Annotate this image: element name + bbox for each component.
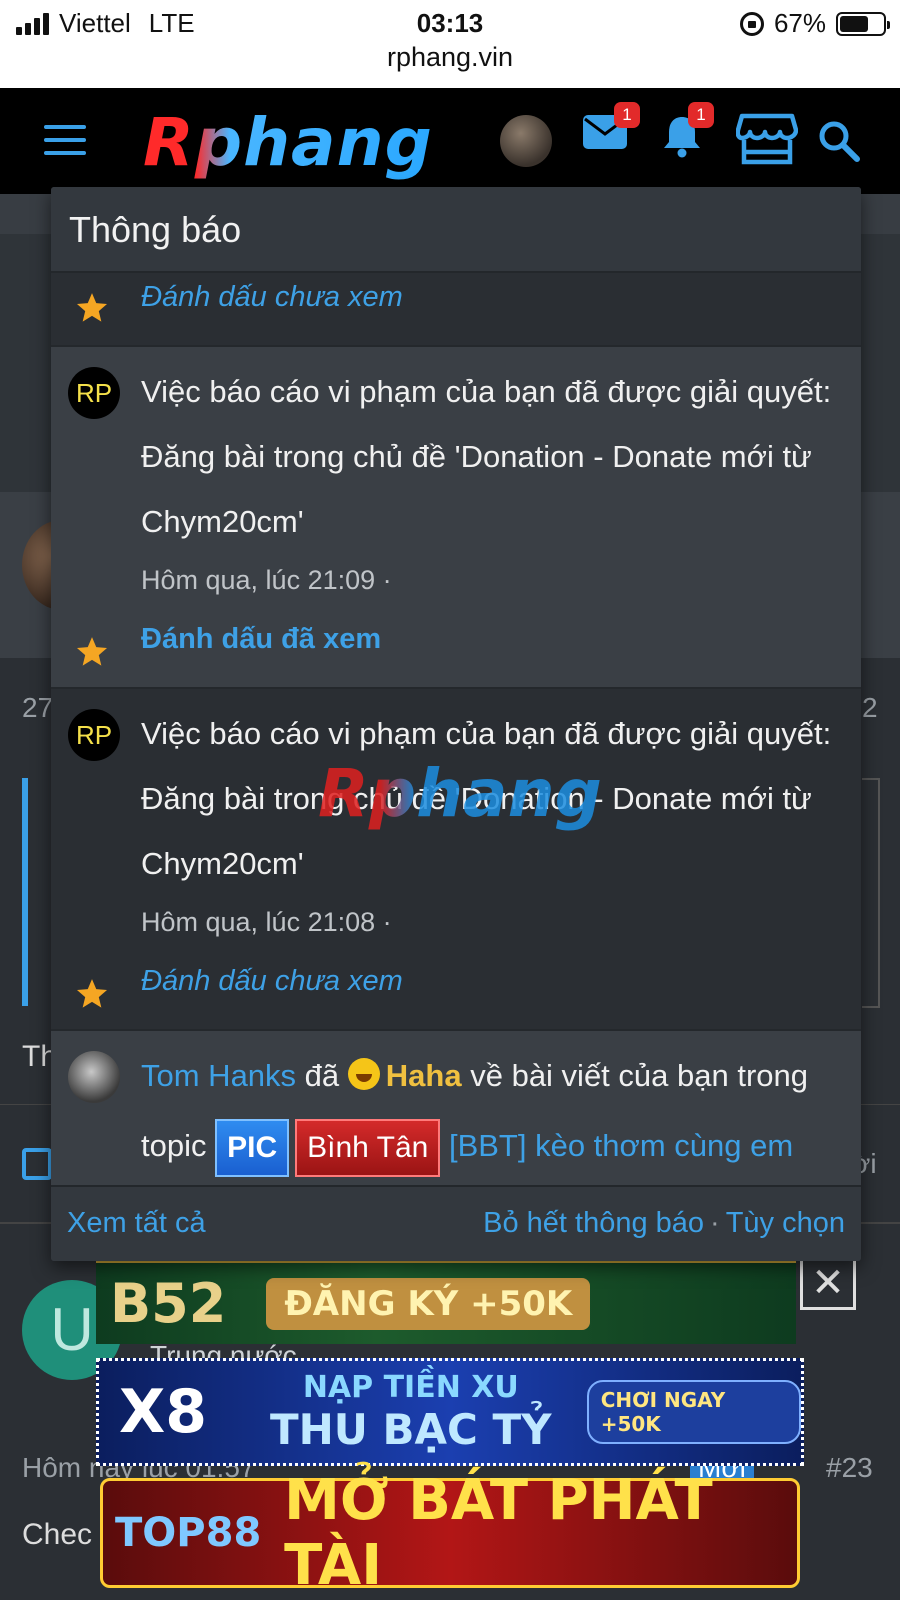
view-all-link[interactable]: Xem tất cả <box>67 1207 206 1240</box>
user-link[interactable]: Tom Hanks <box>141 1058 296 1093</box>
notification-item[interactable]: RP Việc báo cáo vi phạm của bạn đã được … <box>51 689 861 1031</box>
notification-text[interactable]: Việc báo cáo vi phạm của bạn đã được giả… <box>141 359 841 554</box>
alerts-badge: 1 <box>688 102 714 128</box>
battery-icon <box>836 11 890 36</box>
tag-pic[interactable]: PIC <box>215 1118 290 1177</box>
site-logo[interactable]: Rphang <box>143 104 433 181</box>
battery-percent: 67% <box>773 8 826 38</box>
rp-avatar[interactable]: RP <box>68 709 120 761</box>
notification-text[interactable]: Tom Hanks đã Haha về bài viết của bạn tr… <box>141 1041 841 1181</box>
user-avatar[interactable] <box>500 115 552 167</box>
bg-post-count-left: 27 <box>22 692 54 723</box>
store-button[interactable] <box>735 112 799 171</box>
messages-button[interactable]: 1 <box>582 102 640 155</box>
alerts-button[interactable]: 1 <box>662 102 714 163</box>
notification-time: Hôm qua, lúc 21:09 · <box>141 565 392 595</box>
popup-title: Thông báo <box>51 187 861 273</box>
ad-banner-top88[interactable]: TOP88 MỞ BÁT PHÁT TÀI <box>100 1468 800 1598</box>
search-button[interactable] <box>818 120 860 167</box>
footer-actions: Bỏ hết thông báo · Tùy chọn <box>483 1207 845 1240</box>
menu-icon[interactable] <box>44 125 86 155</box>
notification-item[interactable]: Đánh dấu chưa xem <box>51 273 861 347</box>
notification-item[interactable]: RP Việc báo cáo vi phạm của bạn đã được … <box>51 347 861 689</box>
notification-time: Hôm qua, lúc 21:08 · <box>141 907 392 937</box>
search-icon <box>819 121 860 162</box>
ad-top88-brand: TOP88 <box>115 1510 262 1556</box>
laughing-emoji-icon <box>347 1058 380 1090</box>
popup-footer: Xem tất cả Bỏ hết thông báo · Tùy chọn <box>51 1185 861 1261</box>
star-icon[interactable] <box>75 635 109 669</box>
thread-link[interactable]: [BBT] kèo thơm cùng em <box>449 1128 793 1163</box>
mark-read-link[interactable]: Đánh dấu đã xem <box>141 623 381 656</box>
ad-top88-slogan: MỞ BÁT PHÁT TÀI <box>284 1468 713 1598</box>
mark-unread-link[interactable]: Đánh dấu chưa xem <box>141 965 403 998</box>
bg-post-snippet: Chec <box>22 1518 93 1551</box>
ad-x8-line1: NẠP TIỀN XU <box>302 1370 519 1405</box>
site-header: Rphang 1 1 <box>0 88 900 194</box>
notifications-popup: Thông báo Đánh dấu chưa xem RP Việc báo … <box>51 187 861 1261</box>
ad-banner-b52[interactable]: B52 ĐĂNG KÝ +50K <box>96 1260 796 1344</box>
notification-suffix: về bài viết của bạn trong <box>470 1058 808 1093</box>
ad-close-button[interactable]: ✕ <box>800 1258 856 1310</box>
ad-b52-cta: ĐĂNG KÝ +50K <box>266 1277 591 1330</box>
star-icon[interactable] <box>75 977 109 1011</box>
ad-b52-brand: B52 <box>110 1272 227 1335</box>
bg-post-number[interactable]: #23 <box>826 1452 873 1484</box>
bg-checkbox[interactable] <box>22 1148 52 1180</box>
watermark-logo: Rphang <box>318 755 602 832</box>
bg-quote-bar <box>22 778 28 1006</box>
ad-x8-cta: CHƠI NGAY +50K <box>586 1380 801 1444</box>
rp-avatar[interactable]: RP <box>68 367 120 419</box>
orientation-lock-icon <box>739 11 764 36</box>
topic-word: topic <box>141 1128 207 1163</box>
notification-list[interactable]: Đánh dấu chưa xem RP Việc báo cáo vi phạ… <box>51 273 861 1185</box>
verb-text: đã <box>304 1058 340 1093</box>
ad-x8-text: NẠP TIỀN XU THU BẠC TỶ <box>265 1370 557 1454</box>
messages-badge: 1 <box>614 102 640 128</box>
tag-binh-tan[interactable]: Bình Tân <box>295 1118 441 1177</box>
status-right: 67% <box>739 8 890 39</box>
store-icon <box>735 113 799 165</box>
ad-x8-line2: THU BẠC TỶ <box>270 1405 552 1454</box>
reaction-label: Haha <box>385 1058 462 1093</box>
footer-separator: · <box>710 1207 720 1239</box>
ad-banner-x8[interactable]: X8 NẠP TIỀN XU THU BẠC TỶ CHƠI NGAY +50K <box>96 1358 804 1466</box>
bg-quote-border <box>862 778 880 1008</box>
address-bar-url[interactable]: rphang.vin <box>0 42 900 73</box>
dismiss-all-link[interactable]: Bỏ hết thông báo <box>483 1207 704 1239</box>
star-icon[interactable] <box>75 291 109 325</box>
status-bar: Viettel LTE 03:13 rphang.vin 67% <box>0 0 900 88</box>
ad-x8-brand: X8 <box>119 1377 208 1447</box>
options-link[interactable]: Tùy chọn <box>726 1207 845 1239</box>
mark-unread-link[interactable]: Đánh dấu chưa xem <box>141 281 403 314</box>
bg-post-count-right: 2 <box>862 692 878 723</box>
notification-item[interactable]: Tom Hanks đã Haha về bài viết của bạn tr… <box>51 1031 861 1185</box>
tom-hanks-avatar[interactable] <box>68 1051 120 1103</box>
